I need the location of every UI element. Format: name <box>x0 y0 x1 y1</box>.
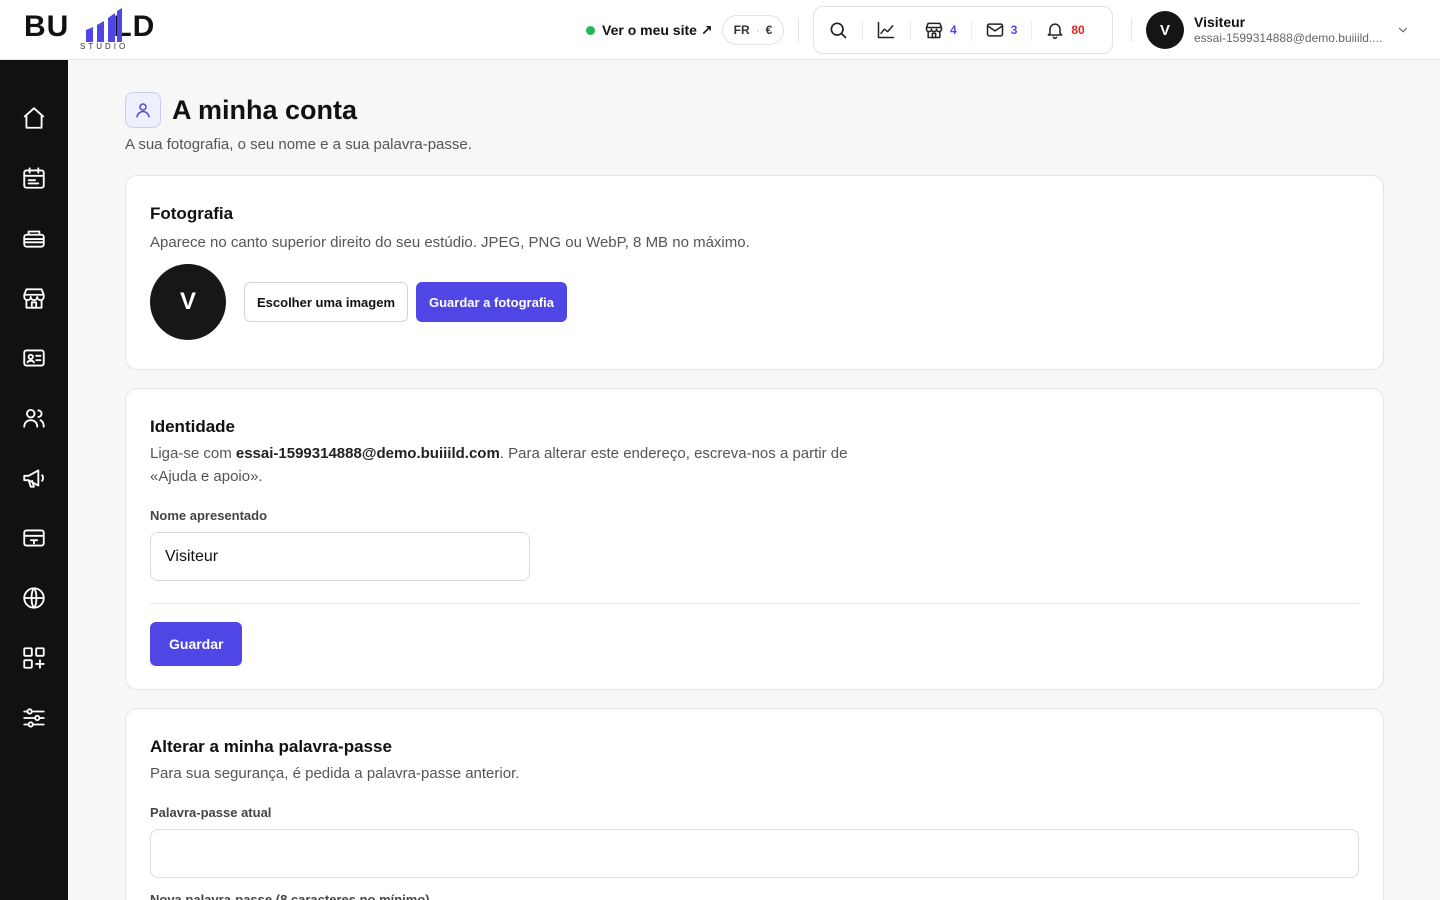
sidebar-item-payments[interactable] <box>19 523 49 553</box>
identity-divider <box>150 603 1359 604</box>
megaphone-icon <box>23 469 44 488</box>
save-identity-button[interactable]: Guardar <box>150 622 243 666</box>
calendar-icon <box>23 167 45 189</box>
store-count-badge: 4 <box>950 23 957 37</box>
sidebar-item-settings[interactable] <box>19 703 49 733</box>
identity-card-description: Liga-se com essai-1599314888@demo.buiiil… <box>150 442 850 488</box>
photo-card-title: Fotografia <box>150 204 234 223</box>
settings-sliders-icon <box>23 708 45 728</box>
chart-line-icon <box>877 21 895 39</box>
messages-count-badge: 3 <box>1010 23 1018 37</box>
language-code: FR <box>733 23 750 37</box>
globe-icon <box>23 587 45 609</box>
mail-icon <box>986 23 1003 37</box>
top-bar: BU LD STUDIO Ver o meu site ↗ FR · € 4 3… <box>0 0 1440 60</box>
store-icon <box>925 22 943 39</box>
header-divider <box>1131 18 1132 42</box>
display-name-label: Nome apresentado <box>150 508 268 523</box>
sidebar-item-home[interactable] <box>19 103 49 133</box>
users-icon <box>23 408 45 428</box>
services-icon <box>23 230 45 248</box>
notifications-count-badge: 80 <box>1071 23 1085 37</box>
brand-logo[interactable]: BU LD STUDIO <box>24 8 184 52</box>
statistics-button[interactable] <box>862 7 910 53</box>
home-icon <box>23 107 45 129</box>
sidebar-item-users[interactable] <box>19 403 49 433</box>
online-status-dot <box>586 25 595 35</box>
user-menu[interactable]: V Visiteur essai-1599314888@demo.buiiild… <box>1146 11 1416 49</box>
sidebar-item-apps[interactable] <box>19 643 49 673</box>
page-subtitle: A sua fotografia, o seu nome e a sua pal… <box>125 136 472 153</box>
sidebar-item-calendar[interactable] <box>19 163 49 193</box>
logo-subtitle: STUDIO <box>80 42 129 51</box>
store-icon <box>23 288 45 309</box>
photo-card: Fotografia Aparece no canto superior dir… <box>125 175 1384 370</box>
sidebar <box>0 60 68 900</box>
header-toolbar: 4 3 80 <box>813 6 1113 54</box>
page-header: A minha conta A sua fotografia, o seu no… <box>125 92 472 153</box>
store-button[interactable]: 4 <box>910 7 971 53</box>
password-card-description: Para sua segurança, é pedida a palavra-p… <box>150 765 520 782</box>
logo-bars-icon <box>86 8 122 42</box>
sidebar-item-store[interactable] <box>19 283 49 313</box>
view-site-label: Ver o meu site ↗ <box>602 21 713 38</box>
currency-symbol: € <box>765 23 773 37</box>
current-password-label: Palavra-passe atual <box>150 805 272 820</box>
sidebar-item-marketing[interactable] <box>19 463 49 493</box>
password-card-title: Alterar a minha palavra-passe <box>150 737 392 756</box>
save-photo-button[interactable]: Guardar a fotografia <box>416 282 567 322</box>
account-title-badge <box>125 92 161 128</box>
user-email: essai-1599314888@demo.buiiild.... <box>1194 31 1383 45</box>
language-currency-selector[interactable]: FR · € <box>722 15 784 45</box>
user-info: Visiteur essai-1599314888@demo.buiiild..… <box>1194 14 1384 46</box>
chevron-down-icon <box>1398 27 1408 33</box>
apps-icon <box>23 647 45 669</box>
contact-card-icon <box>23 349 45 367</box>
search-icon <box>830 22 847 39</box>
pill-separator: · <box>755 23 760 37</box>
photo-row: V Escolher uma imagem Guardar a fotograf… <box>150 264 1359 340</box>
current-password-input[interactable] <box>150 829 1359 878</box>
user-icon <box>136 103 150 118</box>
sidebar-item-contacts[interactable] <box>19 343 49 373</box>
bell-icon <box>1047 23 1063 40</box>
view-site-link[interactable]: Ver o meu site ↗ <box>586 18 713 42</box>
user-avatar: V <box>1146 11 1184 49</box>
header-divider <box>798 18 799 42</box>
sidebar-item-services[interactable] <box>19 223 49 253</box>
page-title: A minha conta <box>172 94 358 125</box>
identity-desc-prefix: Liga-se com <box>150 445 236 462</box>
title-row: A minha conta <box>125 92 472 128</box>
choose-image-button[interactable]: Escolher uma imagem <box>244 282 408 322</box>
password-card: Alterar a minha palavra-passe Para sua s… <box>125 708 1384 900</box>
identity-card-title: Identidade <box>150 417 236 436</box>
display-name-input[interactable] <box>150 532 530 581</box>
new-password-label: Nova palavra-passe (8 caracteres no míni… <box>150 892 430 900</box>
payment-icon <box>23 529 45 547</box>
sidebar-item-website[interactable] <box>19 583 49 613</box>
identity-card: Identidade Liga-se com essai-1599314888@… <box>125 388 1384 690</box>
login-email: essai-1599314888@demo.buiiild.com <box>235 445 500 462</box>
notifications-button[interactable]: 80 <box>1031 7 1098 53</box>
profile-photo-avatar: V <box>150 264 226 340</box>
messages-button[interactable]: 3 <box>970 7 1032 53</box>
search-button[interactable] <box>814 7 862 53</box>
user-name: Visiteur <box>1194 14 1246 30</box>
photo-card-description: Aparece no canto superior direito do seu… <box>150 234 750 251</box>
